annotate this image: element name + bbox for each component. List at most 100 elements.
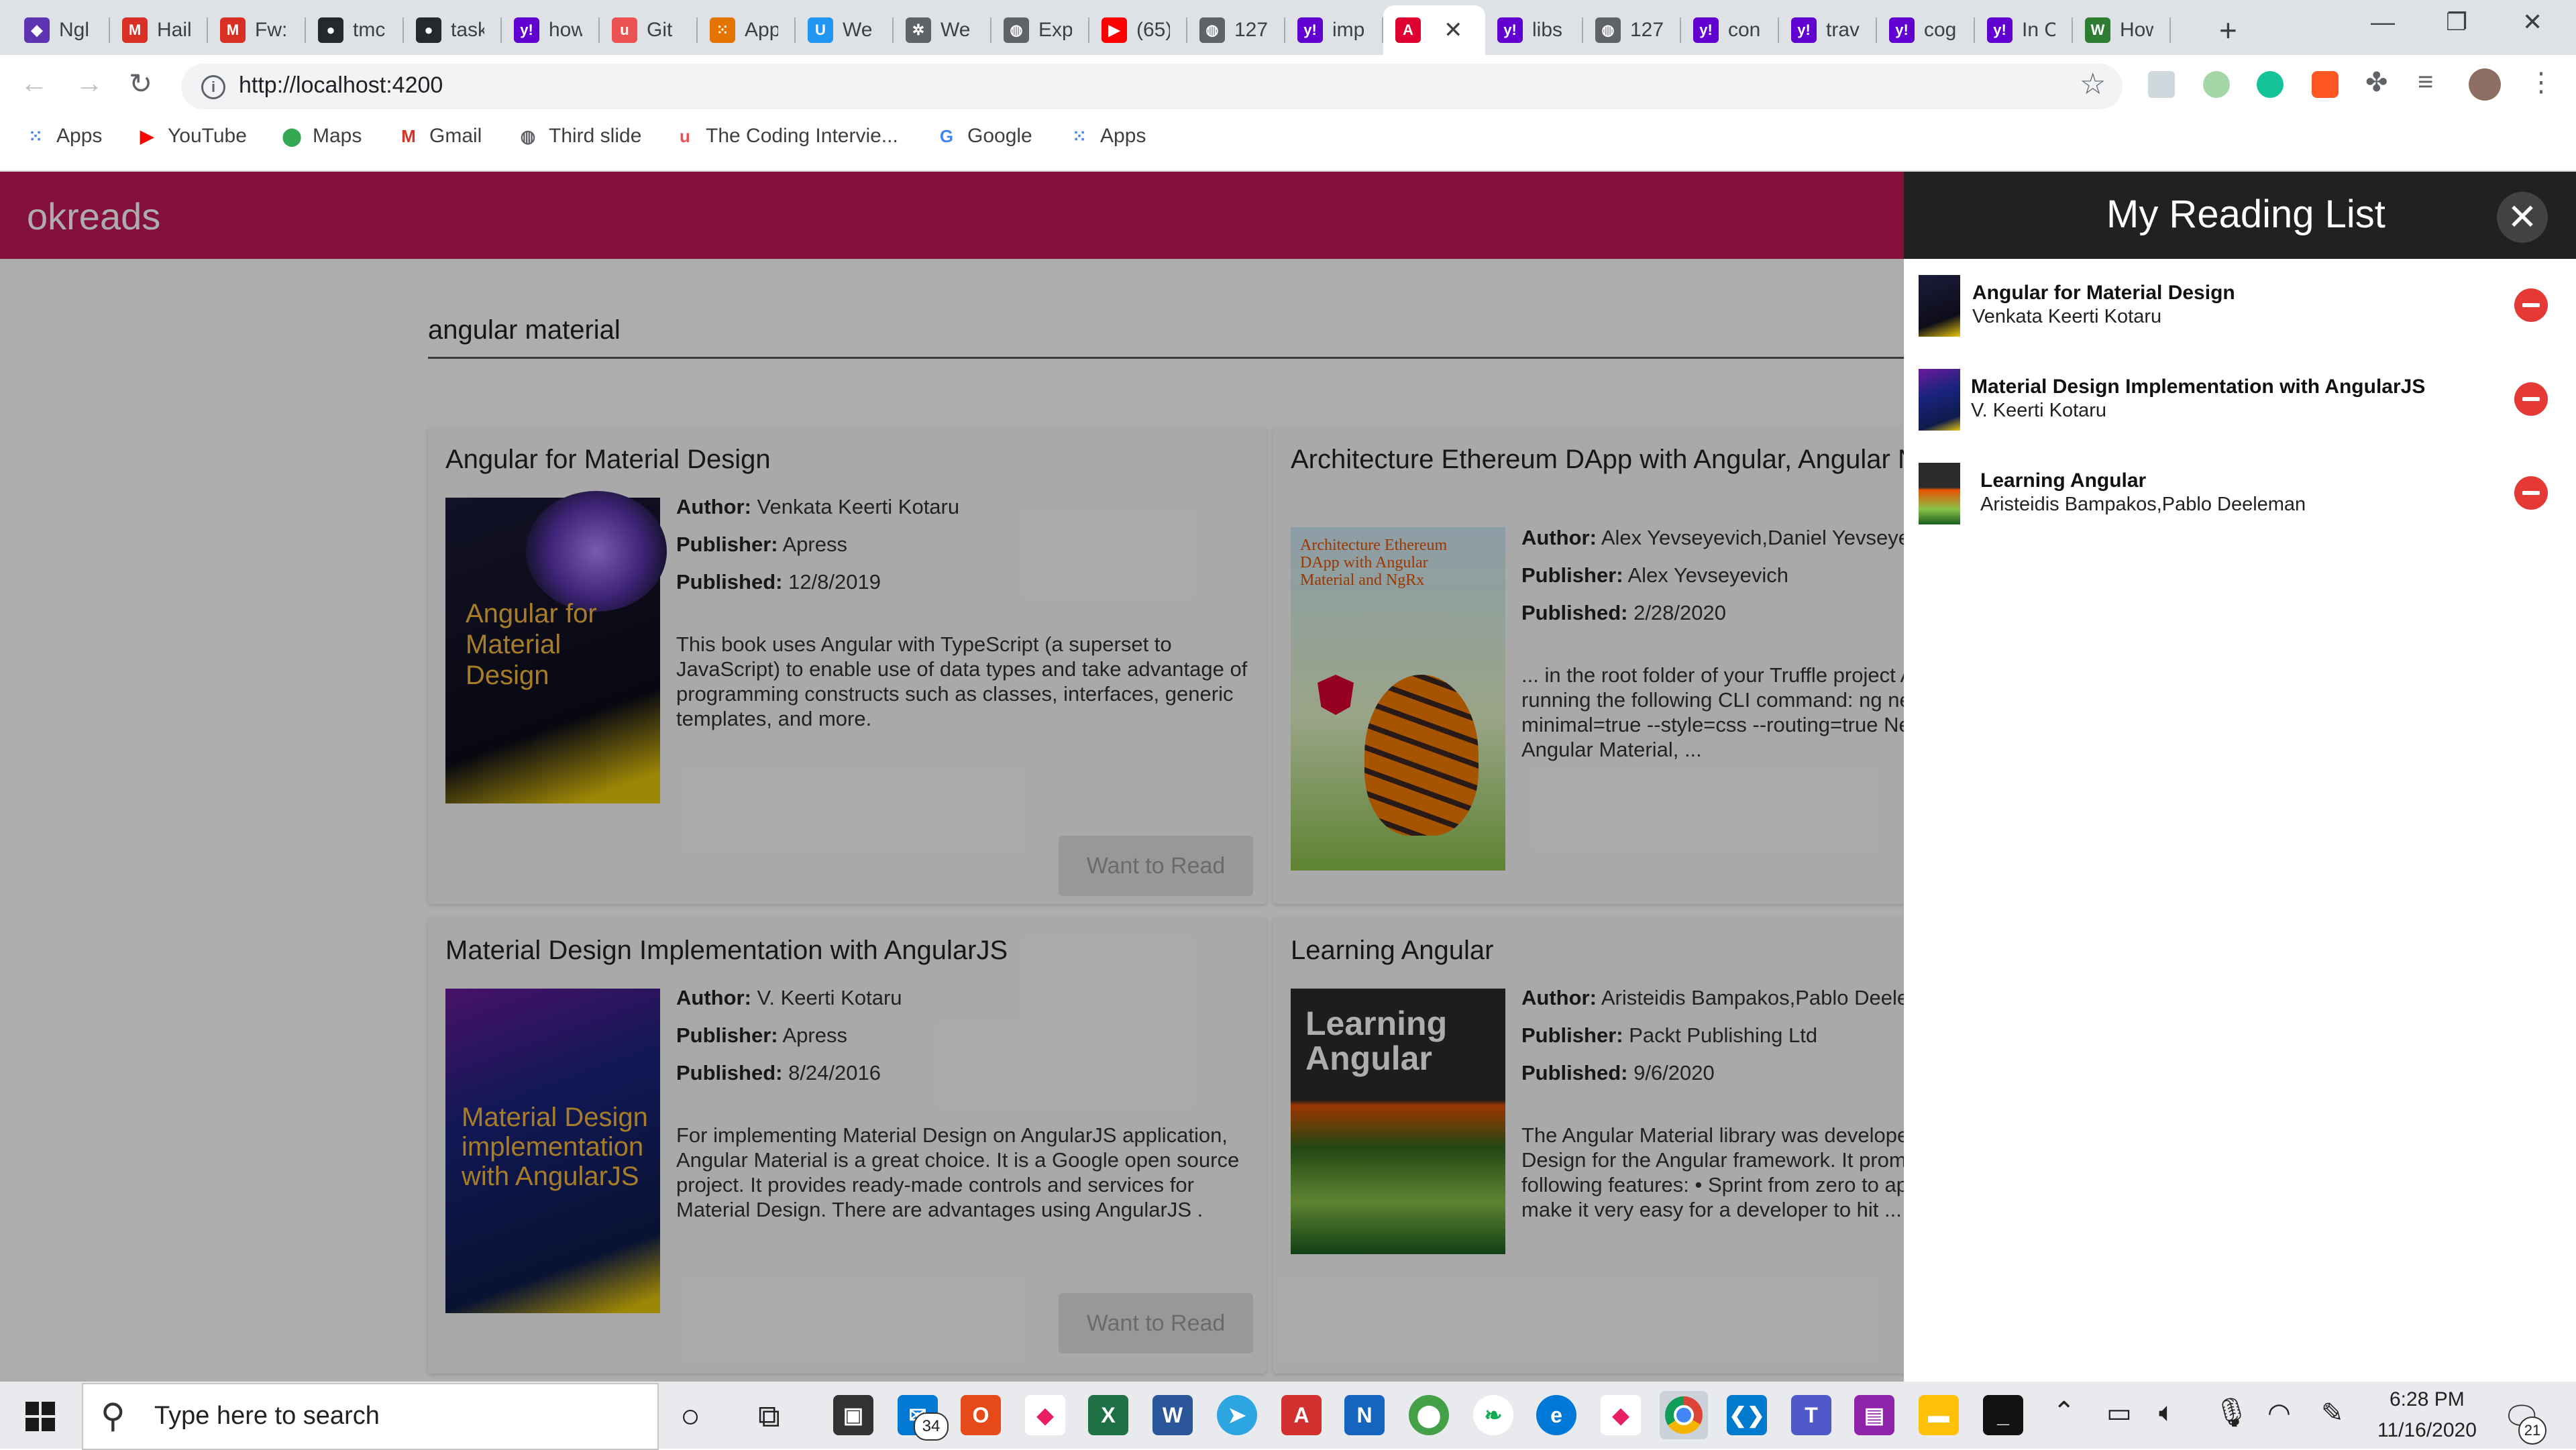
battery-icon[interactable]: ▭ [2106,1398,2132,1429]
reload-icon[interactable]: ↻ [129,67,152,100]
tray-chevron-up-icon[interactable]: ⌃ [2053,1396,2076,1427]
mongodb-icon[interactable]: ❧ [1473,1395,1513,1435]
browser-tab[interactable]: ◍ 127 [1583,5,1681,55]
browser-tab[interactable]: A ✕ [1383,5,1485,55]
taskbar-search-placeholder[interactable]: Type here to search [154,1402,380,1431]
drawer-backdrop[interactable] [0,172,1904,1382]
new-tab-button[interactable]: + [2219,12,2237,48]
browser-tab[interactable]: y! trav [1779,5,1877,55]
maximize-button[interactable]: ❐ [2446,8,2467,36]
bookmark-item[interactable]: M Gmail [397,125,482,148]
pen-icon[interactable]: ✎ [2321,1398,2344,1429]
extension-icon[interactable] [2148,71,2175,98]
maps-app-icon[interactable]: ⬤ [1409,1395,1449,1435]
browser-tab[interactable]: ⁙ App [698,5,796,55]
browser-tab[interactable]: ✲ We [894,5,991,55]
clock-time[interactable]: 6:28 PM [2390,1388,2465,1411]
grammarly-icon[interactable] [2257,71,2284,98]
bookmark-item[interactable]: G Google [935,125,1032,148]
browser-tab[interactable]: W How [2073,5,2171,55]
close-window-button[interactable]: ✕ [2522,8,2542,36]
webstorm-icon: U [808,17,833,43]
cortana-icon[interactable]: ○ [680,1396,700,1435]
bookmark-item[interactable]: ⬤ Maps [280,125,362,148]
browser-tab[interactable]: M Fw: [208,5,306,55]
angular-icon: A [1395,17,1421,43]
browser-tab[interactable]: u Git [600,5,698,55]
browser-tab[interactable]: ◍ 127 [1187,5,1285,55]
reading-list-drawer [1904,172,2576,1382]
volume-icon[interactable]: 🔈︎ [2159,1398,2175,1428]
extension-icon[interactable] [2312,71,2339,98]
acrobat-icon[interactable]: A [1281,1395,1322,1435]
browser-tab[interactable]: ● task [404,5,502,55]
teams-icon[interactable]: T [1791,1395,1831,1435]
word-icon[interactable]: W [1152,1395,1193,1435]
chrome-taskbar-button[interactable] [1660,1391,1708,1439]
remove-item-button[interactable] [2514,382,2548,416]
close-tab-icon[interactable]: ✕ [1444,17,1463,44]
windows-start-icon[interactable] [25,1402,55,1431]
tab-title: con [1728,19,1761,41]
file-explorer-icon[interactable]: ▬ [1919,1395,1959,1435]
reading-item-title: Angular for Material Design [1972,282,2235,304]
extension-icon[interactable] [2203,71,2230,98]
vscode-icon[interactable]: ❮❯ [1727,1395,1767,1435]
wifi-icon[interactable]: ◠ [2267,1398,2291,1429]
browser-tab[interactable]: U We [796,5,894,55]
edge-icon[interactable]: e [1536,1395,1576,1435]
address-bar[interactable] [181,64,2123,109]
browser-tab[interactable]: y! how [502,5,600,55]
close-drawer-button[interactable]: ✕ [2497,192,2548,243]
browser-tab[interactable]: M Hail [110,5,208,55]
bookmark-item[interactable]: u The Coding Intervie... [674,125,898,148]
media-control-icon[interactable]: ≡ [2418,67,2433,97]
browser-tab[interactable]: y! con [1681,5,1779,55]
remove-item-button[interactable] [2514,476,2548,510]
extensions-puzzle-icon[interactable]: ✤ [2365,67,2388,98]
bookmarks-bar [0,117,2576,172]
app-diamond-icon[interactable]: ◆ [1601,1395,1641,1435]
reading-item-title: Material Design Implementation with Angu… [1971,376,2426,398]
remove-item-button[interactable] [2514,288,2548,322]
store-icon[interactable]: ▣ [833,1395,873,1435]
bookmark-item[interactable]: ⁙ Apps [1068,125,1146,148]
task-view-icon[interactable]: ⧉ [758,1398,780,1435]
globe-icon: ◍ [1199,17,1225,43]
browser-tab[interactable]: ▶ (65) [1089,5,1187,55]
browser-tab[interactable]: y! cog [1877,5,1975,55]
profile-avatar[interactable] [2469,68,2501,101]
reading-item-title: Learning Angular [1980,469,2147,492]
bookmark-item[interactable]: ◍ Third slide [517,125,642,148]
browser-tab[interactable]: y! libs [1485,5,1583,55]
telegram-icon[interactable]: ➤ [1217,1395,1257,1435]
site-info-icon[interactable]: i [201,75,225,99]
minimize-button[interactable]: — [2371,8,2395,36]
tab-title: (65) [1136,19,1170,41]
bookmark-label: Google [967,125,1032,147]
app-blueprint-icon[interactable]: N [1344,1395,1385,1435]
excel-icon[interactable]: X [1088,1395,1128,1435]
back-arrow-icon[interactable]: ← [20,67,48,99]
clock-date[interactable]: 11/16/2020 [2377,1419,2477,1442]
browser-tab[interactable]: y! imp [1285,5,1383,55]
browser-tab[interactable]: y! In C [1975,5,2073,55]
forward-arrow-icon[interactable]: → [75,67,103,99]
winrar-icon[interactable]: ▤ [1854,1395,1894,1435]
tab-title: Git [647,19,673,41]
url-text[interactable]: http://localhost:4200 [239,72,443,99]
minus-icon [2522,397,2540,401]
globe-icon: ◍ [1004,17,1029,43]
terminal-icon[interactable]: _ [1983,1395,2023,1435]
browser-tab[interactable]: ◆ Ngl [12,5,110,55]
browser-tab[interactable]: ◍ Exp [991,5,1089,55]
bookmark-item[interactable]: ⁙ Apps [24,125,102,148]
browser-tab[interactable]: ● tmc [306,5,404,55]
browser-menu-icon[interactable]: ⋮ [2528,67,2555,98]
github-icon: ● [416,17,441,43]
microphone-icon[interactable]: 🎙︎ [2214,1396,2249,1429]
bookmark-item[interactable]: ▶ YouTube [136,125,247,148]
bookmark-star-icon[interactable]: ☆ [2080,67,2106,101]
app-diamond-icon[interactable]: ◆ [1025,1395,1065,1435]
office-icon[interactable]: O [961,1395,1001,1435]
